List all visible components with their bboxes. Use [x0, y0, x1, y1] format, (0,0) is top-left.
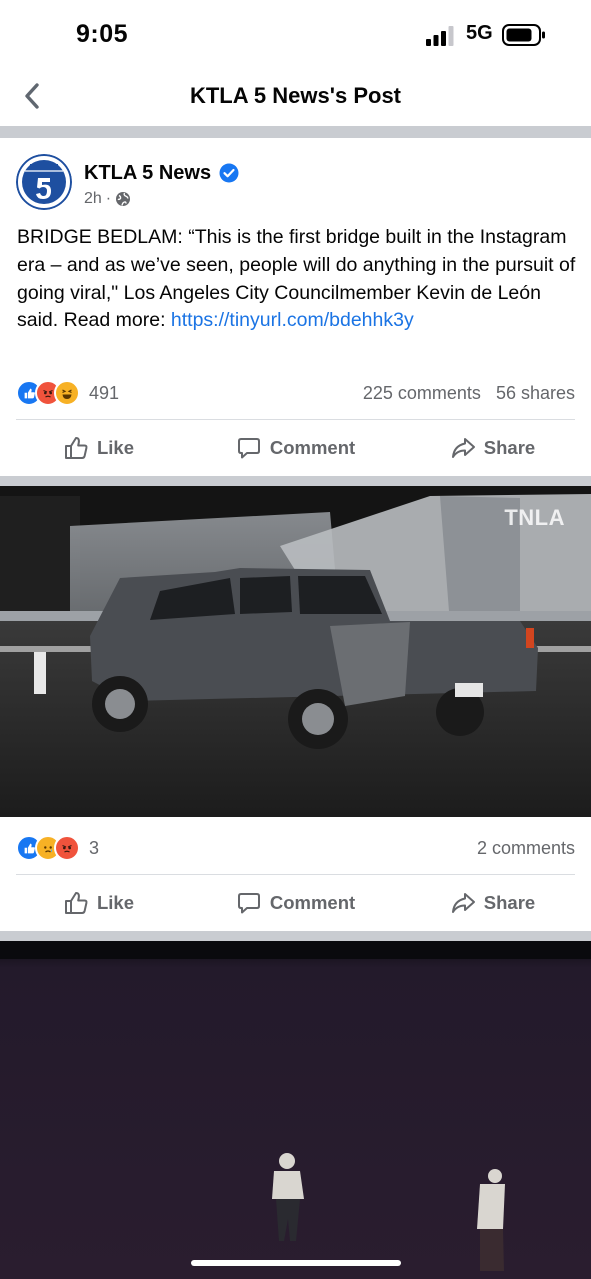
page-title: KTLA 5 News's Post — [189, 83, 402, 108]
like-label: Like — [96, 892, 135, 913]
comment-button[interactable]: Comment — [197, 420, 394, 476]
post-photo-truck[interactable]: TNLA — [0, 486, 591, 817]
share-label: Share — [483, 892, 536, 913]
photo-stats: 3 2 comments — [16, 835, 575, 865]
network-type: 5G — [466, 22, 493, 44]
page-avatar[interactable] — [16, 154, 72, 210]
share-arrow-icon — [451, 438, 475, 458]
post-action-bar: Like Comment Share — [0, 420, 591, 476]
shares-count[interactable]: 56 shares — [496, 383, 575, 403]
comments-count[interactable]: 225 comments — [363, 383, 481, 403]
page-name[interactable]: KTLA 5 News — [84, 162, 211, 185]
battery-icon — [502, 24, 545, 46]
comment-bubble-icon — [237, 893, 260, 914]
photo-like-button[interactable]: Like — [0, 875, 197, 931]
post-stats: 491 225 comments 56 shares — [16, 380, 575, 410]
post-photo-night[interactable] — [0, 941, 591, 1279]
engagement-counts: 225 comments 56 shares — [363, 383, 575, 404]
section-divider — [0, 931, 591, 941]
night-people-image — [0, 941, 591, 1279]
verified-badge-icon — [219, 163, 239, 183]
photo-watermark: TNLA — [504, 505, 565, 530]
comment-label: Comment — [269, 437, 356, 458]
photo-share-button[interactable]: Share — [394, 875, 591, 931]
haha-reaction-icon — [54, 380, 80, 406]
reaction-summary[interactable]: 491 — [16, 380, 119, 406]
meta-dot: · — [105, 190, 112, 207]
reaction-count: 491 — [89, 382, 120, 403]
post-link[interactable]: https://tinyurl.com/bdehhk3y — [171, 309, 414, 331]
share-label: Share — [483, 437, 536, 458]
globe-icon — [116, 192, 131, 206]
like-label: Like — [96, 437, 135, 458]
photo-action-bar: Like Comment Share — [0, 875, 591, 931]
section-divider — [0, 126, 591, 138]
like-button[interactable]: Like — [0, 420, 197, 476]
photo-comments-count[interactable]: 2 comments — [477, 838, 575, 859]
photo-reaction-count: 3 — [89, 837, 100, 858]
nav-bar: KTLA 5 News's Post — [0, 66, 591, 126]
damaged-truck-image — [0, 486, 591, 817]
thumbs-up-icon — [64, 437, 88, 459]
post-meta: 2h · — [84, 190, 131, 208]
angry-reaction-icon — [54, 835, 80, 861]
post-time[interactable]: 2h — [84, 190, 102, 208]
thumbs-up-icon — [64, 892, 88, 914]
status-bar: 9:05 5G — [0, 0, 591, 66]
post-body: BRIDGE BEDLAM: “This is the first bridge… — [17, 224, 577, 335]
comment-label: Comment — [269, 892, 356, 913]
section-divider — [0, 476, 591, 486]
cell-signal-icon — [426, 26, 454, 46]
share-arrow-icon — [451, 893, 475, 913]
photo-comment-button[interactable]: Comment — [197, 875, 394, 931]
comment-bubble-icon — [237, 438, 260, 459]
home-indicator[interactable] — [191, 1260, 401, 1266]
share-button[interactable]: Share — [394, 420, 591, 476]
status-time: 9:05 — [76, 20, 129, 48]
photo-reaction-summary[interactable]: 3 — [16, 835, 99, 861]
